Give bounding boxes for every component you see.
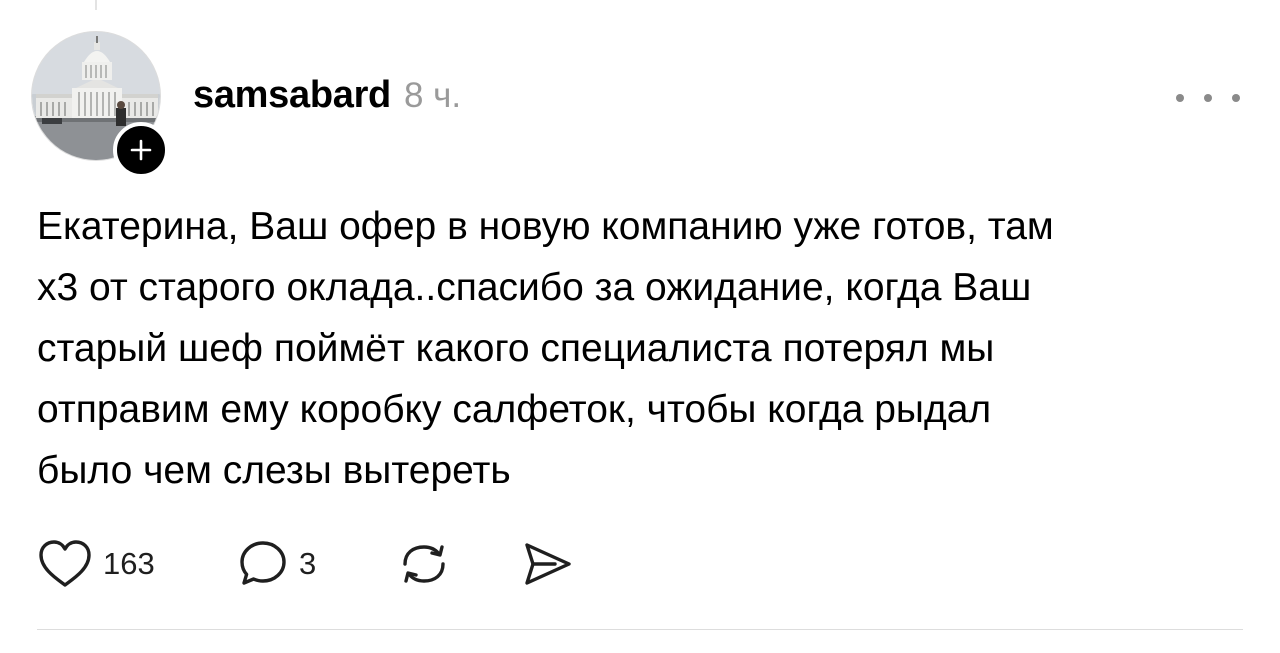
post-header: samsabard 8 ч. [193,74,461,124]
reply-button[interactable]: 3 [237,538,397,590]
like-button[interactable]: 163 [37,538,237,590]
post-text-line: х3 от старого оклада..спасибо за ожидани… [37,266,1032,309]
post-divider [37,629,1243,630]
more-options-button[interactable] [1176,86,1240,110]
repost-arrows-icon [403,545,445,583]
speech-bubble-icon [240,541,286,585]
author-username[interactable]: samsabard [193,74,391,117]
post-actions: 163 3 [37,534,575,594]
send-icon [525,543,571,585]
plus-icon [130,139,152,161]
share-button[interactable] [521,538,575,590]
follow-button[interactable] [113,122,169,178]
ellipsis-icon-dot [1204,94,1212,102]
reply-count: 3 [299,546,317,581]
ellipsis-icon-dot [1232,94,1240,102]
ellipsis-icon-dot [1176,94,1184,102]
post-timestamp: 8 ч. [403,76,462,115]
repost-button[interactable] [397,538,521,590]
post-text-line: было чем слезы вытереть [37,449,511,492]
like-count: 163 [103,546,155,581]
post-text-line: отправим ему коробку салфеток, чтобы ког… [37,388,992,431]
post-text-line: Екатерина, Ваш офер в новую компанию уже… [37,205,1054,248]
post-text-line: старый шеф поймёт какого специалиста пот… [37,327,995,370]
post-text: Екатерина, Ваш офер в новую компанию уже… [37,196,1247,501]
thread-line [95,0,97,10]
heart-icon [39,540,91,587]
